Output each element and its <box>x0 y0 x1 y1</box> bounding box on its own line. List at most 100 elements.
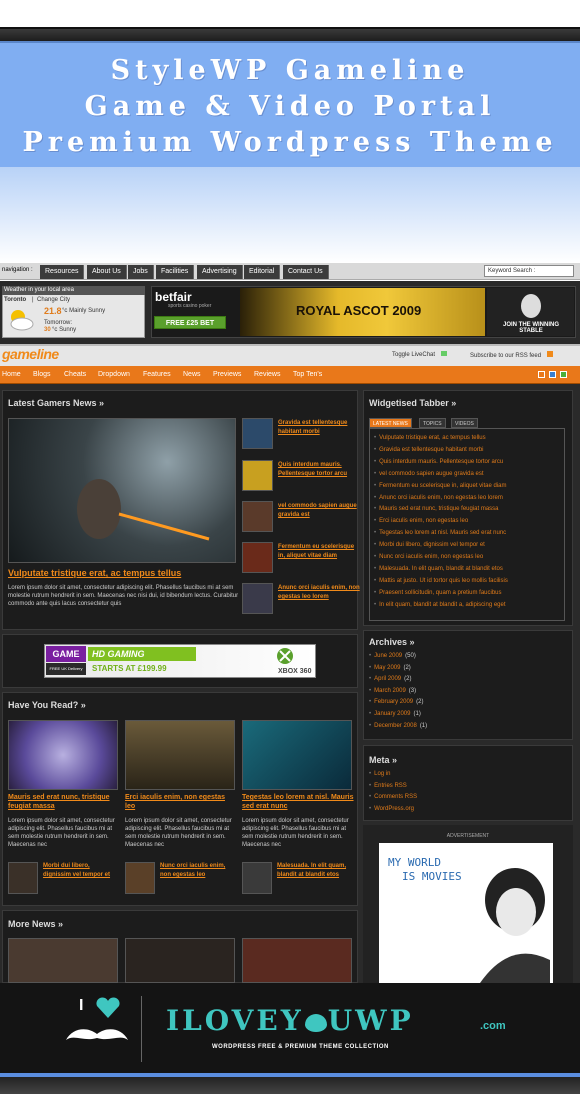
change-city-link[interactable]: Change City <box>37 297 70 303</box>
nav-item-facilities[interactable]: Facilities <box>156 265 195 279</box>
menu-previews[interactable]: Previews <box>213 371 241 378</box>
read-sublink-2[interactable]: Nunc orci iaculis enim, non egestas leo <box>160 862 236 880</box>
site-logo[interactable]: gameline <box>2 346 59 362</box>
style-switch-blue[interactable] <box>549 371 556 378</box>
read-image-1[interactable] <box>8 720 118 790</box>
side-thumb-4[interactable] <box>242 542 273 573</box>
tabber-item[interactable]: • In elit quam, blandit at blandit a, adi… <box>374 601 562 609</box>
read-image-3[interactable] <box>242 720 352 790</box>
side-link-3[interactable]: vel commodo sapien augue gravida est <box>278 502 360 520</box>
meta-item[interactable]: • Log in <box>369 770 390 778</box>
stable-text: JOIN THE WINNING STABLE <box>502 322 559 334</box>
read-subthumb-3[interactable] <box>242 862 272 894</box>
menu-reviews[interactable]: Reviews <box>254 371 280 378</box>
nav-item-editorial[interactable]: Editorial <box>244 265 281 279</box>
archive-item[interactable]: • April 2009 (2) <box>369 675 411 683</box>
more-image-1[interactable] <box>8 938 118 983</box>
more-image-2[interactable] <box>125 938 235 983</box>
archive-item[interactable]: • June 2009 (50) <box>369 652 416 660</box>
menu-news[interactable]: News <box>183 371 201 378</box>
latest-news-title: Latest Gamers News » <box>8 398 105 408</box>
tab-topics[interactable]: TOPICS <box>419 418 446 428</box>
side-link-1[interactable]: Gravida est tellentesque habitant morbi <box>278 419 360 437</box>
tab-latest-news[interactable]: LATEST NEWS <box>369 418 412 428</box>
toggle-livechat-link[interactable]: Toggle LiveChat <box>392 351 447 358</box>
menu-top-tens[interactable]: Top Ten's <box>293 371 322 378</box>
xbox-logo-icon <box>277 648 293 664</box>
tabber-item[interactable]: • Nunc orci iaculis enim, non egestas leo <box>374 553 562 561</box>
latest-headline-link[interactable]: Vulputate tristique erat, ac tempus tell… <box>8 568 238 578</box>
rss-subscribe-link[interactable]: Subscribe to our RSS feed <box>470 351 553 359</box>
tabber-item[interactable]: • Quis interdum mauris. Pellentesque tort… <box>374 458 562 466</box>
menu-blogs[interactable]: Blogs <box>33 371 51 378</box>
nav-item-about-us[interactable]: About Us <box>87 265 127 279</box>
nav-item-resources[interactable]: Resources <box>40 265 85 279</box>
betfair-bet-button[interactable]: FREE £25 BET <box>154 316 226 329</box>
style-switch-orange[interactable] <box>538 371 545 378</box>
side-thumb-5[interactable] <box>242 583 273 614</box>
chat-icon <box>440 351 447 356</box>
read-sublink-3[interactable]: Malesuada. In elit quam, blandit at blan… <box>277 862 353 880</box>
side-link-5[interactable]: Anunc orci iaculis enim, non egestas leo… <box>278 584 360 602</box>
read-title-1[interactable]: Mauris sed erat nunc, tristique feugiat … <box>8 793 120 811</box>
side-link-4[interactable]: Fermentum eu scelerisque in, aliquet vit… <box>278 543 360 561</box>
tabber-item[interactable]: • Gravida est tellentesque habitant morbi <box>374 446 562 454</box>
tabber-item[interactable]: • Anunc orci iaculis enim, non egestas le… <box>374 494 562 502</box>
game-delivery: FREE UK Delivery <box>46 663 86 675</box>
archive-count: (2) <box>404 676 412 683</box>
meta-item[interactable]: • Comments RSS <box>369 793 417 801</box>
nav-item-jobs[interactable]: Jobs <box>128 265 154 279</box>
more-image-3[interactable] <box>242 938 352 983</box>
footer-brand[interactable]: ILOVEY UWP <box>166 1004 414 1037</box>
tabber-item[interactable]: • Morbi dui libero, dignissim vel tempor … <box>374 541 562 549</box>
tabber-item[interactable]: • Praesent sollicitudin, quam a pretium f… <box>374 589 562 597</box>
bullet-icon: • <box>374 589 377 596</box>
archive-item[interactable]: • December 2008 (1) <box>369 722 427 730</box>
read-subthumb-2[interactable] <box>125 862 155 894</box>
read-subthumb-1[interactable] <box>8 862 38 894</box>
rss-icon <box>546 351 553 357</box>
read-title-2[interactable]: Erci iaculis enim, non egestas leo <box>125 793 237 811</box>
read-sublink-1[interactable]: Morbi dui libero, dignissim vel tempor e… <box>43 862 119 880</box>
bullet-icon: • <box>374 458 377 465</box>
tabber-item[interactable]: • Mauris sed erat nunc, tristique feugiat… <box>374 505 562 513</box>
side-thumb-1[interactable] <box>242 418 273 449</box>
tabber-title: Widgetised Tabber » <box>369 398 457 408</box>
menu-home[interactable]: Home <box>2 371 21 378</box>
footer-brand-right: UWP <box>327 1004 414 1037</box>
tabber-item[interactable]: • Vulputate tristique erat, ac tempus tel… <box>374 434 562 442</box>
meta-item[interactable]: • Entries RSS <box>369 782 407 790</box>
archive-item[interactable]: • May 2009 (2) <box>369 664 411 672</box>
menu-dropdown[interactable]: Dropdown <box>98 371 130 378</box>
style-switch-green[interactable] <box>560 371 567 378</box>
latest-feature-image[interactable] <box>8 418 236 563</box>
archive-month: January 2009 <box>374 711 411 717</box>
tab-videos[interactable]: VIDEOS <box>451 418 478 428</box>
side-thumb-2[interactable] <box>242 460 273 491</box>
read-title-3[interactable]: Tegestas leo lorem at nisl. Mauris sed e… <box>242 793 354 811</box>
tabber-item[interactable]: • vel commodo sapien augue gravida est <box>374 470 562 478</box>
side-link-2[interactable]: Quis interdum mauris. Pellentesque torto… <box>278 461 360 479</box>
archive-item[interactable]: • January 2009 (1) <box>369 710 421 718</box>
tabber-item-label: Gravida est tellentesque habitant morbi <box>379 446 484 453</box>
tabber-item[interactable]: • Tegestas leo lorem at nisl. Mauris sed … <box>374 529 562 537</box>
tabber-item[interactable]: • Fermentum eu scelerisque in, aliquet vi… <box>374 482 562 490</box>
tabber-item[interactable]: • Mattis at justo. Ut id tortor quis leo … <box>374 577 562 585</box>
tabber-item-label: Erci iaculis enim, non egestas leo <box>379 518 469 525</box>
keyword-search-input[interactable]: Keyword Search : <box>484 265 574 277</box>
bullet-icon: • <box>369 711 372 717</box>
archive-item[interactable]: • February 2009 (2) <box>369 698 423 706</box>
archives-title: Archives » <box>369 637 415 647</box>
footer-brand-left: ILOVEY <box>166 1004 304 1037</box>
menu-cheats[interactable]: Cheats <box>64 371 86 378</box>
read-image-2[interactable] <box>125 720 235 790</box>
advert-label: ADVERTISEMENT <box>446 833 490 839</box>
side-thumb-3[interactable] <box>242 501 273 532</box>
nav-item-advertising[interactable]: Advertising <box>197 265 243 279</box>
archive-item[interactable]: • March 2009 (3) <box>369 687 416 695</box>
meta-item[interactable]: • WordPress.org <box>369 805 414 813</box>
tabber-item[interactable]: • Malesuada. In elit quam, blandit at bla… <box>374 565 562 573</box>
nav-item-contact-us[interactable]: Contact Us <box>283 265 329 279</box>
menu-features[interactable]: Features <box>143 371 171 378</box>
tabber-item[interactable]: • Erci iaculis enim, non egestas leo <box>374 517 562 525</box>
